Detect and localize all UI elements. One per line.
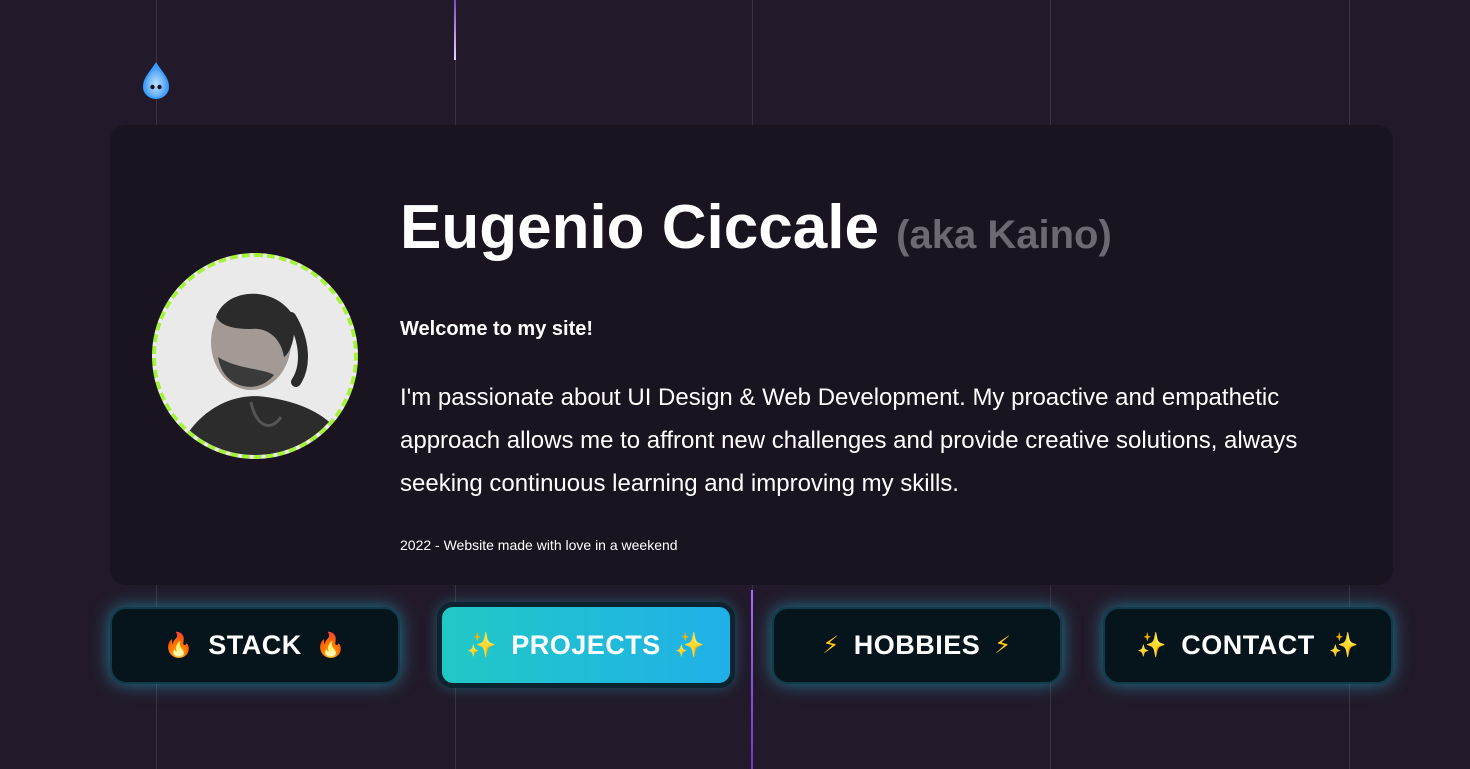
projects-button-label: PROJECTS <box>511 629 661 660</box>
sparkles-icon: ✨ <box>674 631 706 659</box>
lightning-icon: ⚡ <box>994 632 1012 659</box>
sparkles-icon: ✨ <box>1136 632 1168 659</box>
stack-button[interactable]: 🔥 STACK 🔥 <box>110 607 400 684</box>
fire-icon: 🔥 <box>163 632 195 659</box>
ghost-drop-icon[interactable] <box>140 62 172 100</box>
footer-note: 2022 - Website made with love in a weeke… <box>400 537 678 553</box>
hobbies-button-label: HOBBIES <box>853 630 981 660</box>
fire-icon: 🔥 <box>315 632 347 659</box>
sparkles-icon: ✨ <box>466 631 498 659</box>
sparkles-icon: ✨ <box>1328 632 1360 659</box>
person-photo-icon <box>156 257 354 455</box>
page-title: Eugenio Ciccale (aka Kaino) <box>400 190 1112 273</box>
welcome-text: Welcome to my site! <box>400 318 594 340</box>
grid-accent-line <box>751 590 753 769</box>
contact-button[interactable]: ✨ CONTACT ✨ <box>1103 607 1393 684</box>
stack-button-label: STACK <box>208 630 302 660</box>
contact-button-label: CONTACT <box>1181 630 1315 660</box>
lightning-icon: ⚡ <box>822 632 840 659</box>
bio-text: I'm passionate about UI Design & Web Dev… <box>400 384 1298 497</box>
avatar <box>152 253 358 459</box>
nickname: (aka Kaino) <box>896 213 1112 257</box>
projects-button[interactable]: ✨ PROJECTS ✨ <box>437 602 735 688</box>
hobbies-button[interactable]: ⚡ HOBBIES ⚡ <box>772 607 1062 684</box>
grid-accent-line <box>454 0 456 60</box>
full-name: Eugenio Ciccale <box>400 193 879 262</box>
